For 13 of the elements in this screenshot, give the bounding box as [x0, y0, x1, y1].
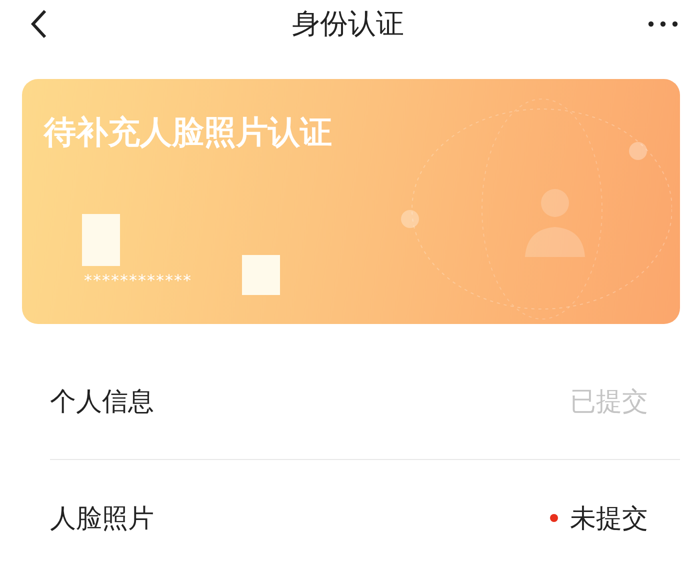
status-text: 未提交: [570, 502, 648, 536]
redaction-mark: [82, 214, 120, 266]
page-title: 身份认证: [292, 6, 404, 42]
more-icon: [648, 20, 678, 27]
card-title: 待补充人脸照片认证: [44, 112, 332, 154]
item-label: 个人信息: [50, 386, 154, 420]
status-text: 已提交: [570, 386, 648, 420]
more-button[interactable]: [648, 20, 678, 27]
item-label: 人脸照片: [50, 502, 154, 536]
redaction-mark: [242, 255, 280, 296]
back-icon: [30, 8, 48, 39]
masked-id-number: ************: [84, 271, 192, 290]
back-button[interactable]: [30, 8, 48, 39]
